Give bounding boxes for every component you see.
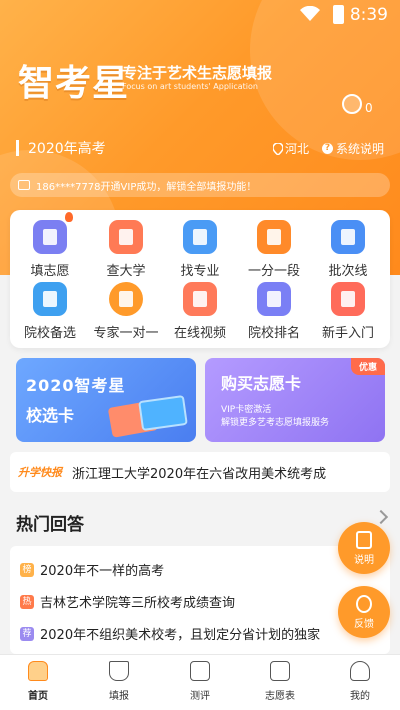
hot-flame-icon bbox=[65, 212, 73, 222]
grid-item-school-ranking[interactable]: 院校排名 bbox=[238, 282, 310, 341]
headset-icon bbox=[356, 595, 372, 613]
card-illustration bbox=[138, 394, 188, 432]
tab-application-form[interactable]: 志愿表 bbox=[250, 661, 310, 702]
location-label: 河北 bbox=[285, 142, 310, 156]
notice-bar[interactable]: 186****7778开通VIP成功，解锁全部填报功能！ bbox=[10, 173, 390, 197]
form-icon bbox=[270, 661, 290, 681]
clipboard-icon bbox=[190, 661, 210, 681]
list-item[interactable]: 榜 2020年不一样的高考 bbox=[20, 560, 164, 579]
banner-title: 购买志愿卡 bbox=[221, 374, 302, 393]
discount-tag: 优惠 bbox=[350, 358, 385, 375]
grid-item-label: 查大学 bbox=[106, 264, 146, 279]
banner-line: 解锁更多艺考志愿填报服务 bbox=[221, 418, 330, 428]
grid-item-label: 专家一对一 bbox=[93, 326, 159, 341]
grid-item-search-university[interactable]: 查大学 bbox=[90, 220, 162, 279]
grid-item-label: 院校备选 bbox=[23, 326, 76, 341]
feature-grid: 填志愿 查大学 找专业 一分一段 批次线 院校备选 专家一对一 在线视频 院校排… bbox=[10, 210, 390, 348]
grid-item-label: 填志愿 bbox=[30, 264, 70, 279]
system-help-label: 系统说明 bbox=[336, 142, 385, 156]
hot-answers-list: 榜 2020年不一样的高考 热 吉林艺术学院等三所校考成绩查询 荐 2020年不… bbox=[10, 546, 390, 654]
grid-item-fill-application[interactable]: 填志愿 bbox=[14, 212, 86, 279]
slogan: 专注于艺术生志愿填报 bbox=[122, 64, 273, 82]
grid-item-backup-schools[interactable]: 院校备选 bbox=[14, 282, 86, 341]
slogan-english: Focus on art students' Application bbox=[122, 82, 258, 91]
home-icon bbox=[28, 661, 48, 681]
news-brand: 升学快报 bbox=[18, 466, 62, 479]
grid-item-label: 一分一段 bbox=[247, 264, 300, 279]
exam-year[interactable]: 2020年高考 bbox=[28, 138, 106, 158]
grid-item-beginner-guide[interactable]: 新手入门 bbox=[312, 282, 384, 341]
location-pin-icon bbox=[273, 142, 283, 155]
expert-icon bbox=[109, 282, 143, 316]
tab-home[interactable]: 首页 bbox=[8, 661, 68, 702]
speaker-icon bbox=[18, 180, 30, 190]
location-selector[interactable]: 河北 bbox=[273, 140, 309, 157]
grid-item-label: 批次线 bbox=[328, 264, 368, 279]
tab-profile[interactable]: 我的 bbox=[330, 661, 390, 702]
battery-icon bbox=[333, 5, 344, 24]
tab-label: 志愿表 bbox=[265, 691, 295, 702]
status-bar: 8:39 bbox=[0, 0, 400, 30]
graduation-cap-icon bbox=[109, 661, 129, 681]
video-icon bbox=[183, 282, 217, 316]
banner-subtitle: 校选卡 bbox=[26, 406, 75, 425]
document-icon bbox=[356, 531, 372, 549]
bell-icon[interactable] bbox=[342, 94, 362, 114]
banner-title: 2020智考星 bbox=[26, 376, 126, 395]
section-title: 热门回答 bbox=[16, 515, 84, 535]
recommend-badge: 荐 bbox=[20, 626, 34, 641]
tab-label: 填报 bbox=[109, 691, 129, 702]
banner-line: VIP卡密激活 bbox=[221, 405, 272, 415]
ranking-icon bbox=[257, 282, 291, 316]
grid-item-online-video[interactable]: 在线视频 bbox=[164, 282, 236, 341]
tab-label: 我的 bbox=[350, 691, 370, 702]
building-icon bbox=[109, 220, 143, 254]
grid-item-expert-consult[interactable]: 专家一对一 bbox=[90, 282, 162, 341]
explain-button[interactable]: 说明 bbox=[338, 522, 390, 574]
explain-label: 说明 bbox=[354, 555, 374, 566]
guide-icon bbox=[331, 282, 365, 316]
layers-icon bbox=[257, 220, 291, 254]
question-icon: ? bbox=[322, 143, 333, 154]
grid-item-find-major[interactable]: 找专业 bbox=[164, 220, 236, 279]
tab-label: 测评 bbox=[190, 691, 210, 702]
buy-card-banner[interactable]: 优惠 购买志愿卡 VIP卡密激活 解锁更多艺考志愿填报服务 bbox=[205, 358, 385, 442]
system-help-link[interactable]: ? 系统说明 bbox=[322, 140, 384, 157]
chevron-right-icon[interactable] bbox=[373, 509, 389, 525]
list-item[interactable]: 热 吉林艺术学院等三所校考成绩查询 bbox=[20, 592, 235, 611]
wifi-icon bbox=[300, 6, 320, 21]
tab-label: 首页 bbox=[28, 691, 48, 702]
feedback-label: 反馈 bbox=[354, 619, 374, 630]
tab-apply[interactable]: 填报 bbox=[89, 661, 149, 702]
clipboard-icon bbox=[33, 212, 73, 254]
bottom-tab-bar: 首页 填报 测评 志愿表 我的 bbox=[0, 654, 400, 710]
grid-item-batch-line[interactable]: 批次线 bbox=[312, 220, 384, 279]
book-icon bbox=[183, 220, 217, 254]
school-card-banner[interactable]: 2020智考星 校选卡 bbox=[16, 358, 196, 442]
year-marker bbox=[16, 140, 19, 156]
grid-item-label: 新手入门 bbox=[321, 326, 374, 341]
list-item-text: 2020年不一样的高考 bbox=[40, 564, 165, 579]
feedback-button[interactable]: 反馈 bbox=[338, 586, 390, 638]
hot-badge: 热 bbox=[20, 594, 34, 609]
list-icon bbox=[331, 220, 365, 254]
grid-item-score-segment[interactable]: 一分一段 bbox=[238, 220, 310, 279]
list-item-text: 2020年不组织美术校考，且划定分省计划的独家 bbox=[40, 628, 321, 643]
list-item[interactable]: 荐 2020年不组织美术校考，且划定分省计划的独家 bbox=[20, 624, 320, 643]
list-item-text: 吉林艺术学院等三所校考成绩查询 bbox=[40, 596, 236, 611]
school-icon bbox=[33, 282, 67, 316]
grid-item-label: 院校排名 bbox=[247, 326, 300, 341]
grid-item-label: 找专业 bbox=[180, 264, 220, 279]
clock: 8:39 bbox=[349, 5, 388, 25]
app-logo: 智考星 bbox=[18, 63, 130, 104]
user-icon bbox=[350, 661, 370, 681]
tab-assessment[interactable]: 测评 bbox=[170, 661, 230, 702]
rank-badge: 榜 bbox=[20, 562, 34, 577]
notification-count: 0 bbox=[365, 101, 373, 115]
grid-item-label: 在线视频 bbox=[173, 326, 226, 341]
news-ticker[interactable]: 升学快报 浙江理工大学2020年在六省改用美术统考成 bbox=[10, 452, 390, 492]
news-headline: 浙江理工大学2020年在六省改用美术统考成 bbox=[72, 466, 327, 482]
notice-text: 186****7778开通VIP成功，解锁全部填报功能！ bbox=[36, 181, 257, 193]
